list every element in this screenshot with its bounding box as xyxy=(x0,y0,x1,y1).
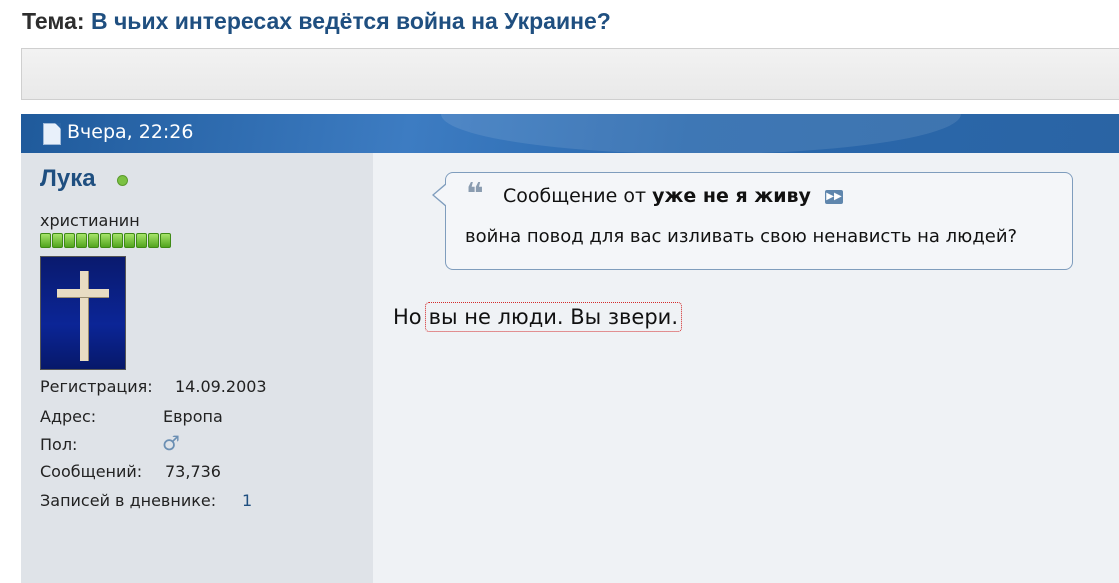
reputation-pip xyxy=(124,233,135,248)
registration-row: Регистрация: 14.09.2003 xyxy=(40,377,267,396)
reputation-pip xyxy=(64,233,75,248)
diary-label: Записей в дневнике: xyxy=(40,491,217,510)
quote-block: ❝ Сообщение от уже не я живу ▶▶ война по… xyxy=(432,172,1073,270)
address-row: Адрес: Европа xyxy=(40,407,223,426)
posts-value: 73,736 xyxy=(165,462,221,481)
address-label: Адрес: xyxy=(40,407,97,426)
gender-label: Пол: xyxy=(40,435,78,454)
forum-page: Тема: В чьих интересах ведётся война на … xyxy=(0,0,1119,583)
reputation-bar xyxy=(40,233,171,248)
thread-toolbar xyxy=(21,48,1119,100)
post-body: ❝ Сообщение от уже не я живу ▶▶ война по… xyxy=(373,153,1119,583)
registration-value: 14.09.2003 xyxy=(175,377,267,396)
posts-label: Сообщений: xyxy=(40,462,143,481)
posts-row: Сообщений: 73,736 xyxy=(40,462,221,481)
diary-value[interactable]: 1 xyxy=(242,491,252,510)
thread-title: Тема: В чьих интересах ведётся война на … xyxy=(22,8,611,35)
quote-text: война повод для вас изливать свою ненави… xyxy=(465,226,1018,247)
reputation-pip xyxy=(136,233,147,248)
username-link[interactable]: Лука xyxy=(40,165,96,193)
message-highlighted-text: вы не люди. Вы звери. xyxy=(424,302,682,332)
quote-header: Сообщение от уже не я живу ▶▶ xyxy=(503,185,843,207)
quote-author: уже не я живу xyxy=(652,185,811,207)
male-icon: ♂ xyxy=(162,431,180,455)
thread-title-link[interactable]: В чьих интересах ведётся война на Украин… xyxy=(91,8,611,34)
user-info-panel: Лука христианин Регистрация: 14.09.2003 … xyxy=(21,153,373,583)
message-text: Но xyxy=(393,305,422,329)
document-icon xyxy=(43,123,61,145)
avatar[interactable] xyxy=(40,256,126,370)
reputation-pip xyxy=(148,233,159,248)
reputation-pip xyxy=(100,233,111,248)
reputation-pip xyxy=(52,233,63,248)
user-title: христианин xyxy=(40,211,140,230)
diary-row: Записей в дневнике: 1 xyxy=(40,491,252,510)
reputation-pip xyxy=(76,233,87,248)
post-date: Вчера, 22:26 xyxy=(67,121,194,143)
post-header: Вчера, 22:26 xyxy=(21,114,1119,153)
thread-title-prefix: Тема: xyxy=(22,8,85,34)
reputation-pip xyxy=(160,233,171,248)
reputation-pip xyxy=(88,233,99,248)
post-message: Но вы не люди. Вы звери. xyxy=(393,302,682,332)
quote-icon: ❝ xyxy=(466,177,484,212)
address-value: Европа xyxy=(163,407,223,426)
quote-intro: Сообщение от xyxy=(503,185,647,207)
view-post-icon[interactable]: ▶▶ xyxy=(824,189,843,204)
online-status-icon xyxy=(117,175,128,186)
reputation-pip xyxy=(40,233,51,248)
registration-label: Регистрация: xyxy=(40,377,153,396)
gender-row: Пол: ♂ xyxy=(40,431,180,455)
reputation-pip xyxy=(112,233,123,248)
